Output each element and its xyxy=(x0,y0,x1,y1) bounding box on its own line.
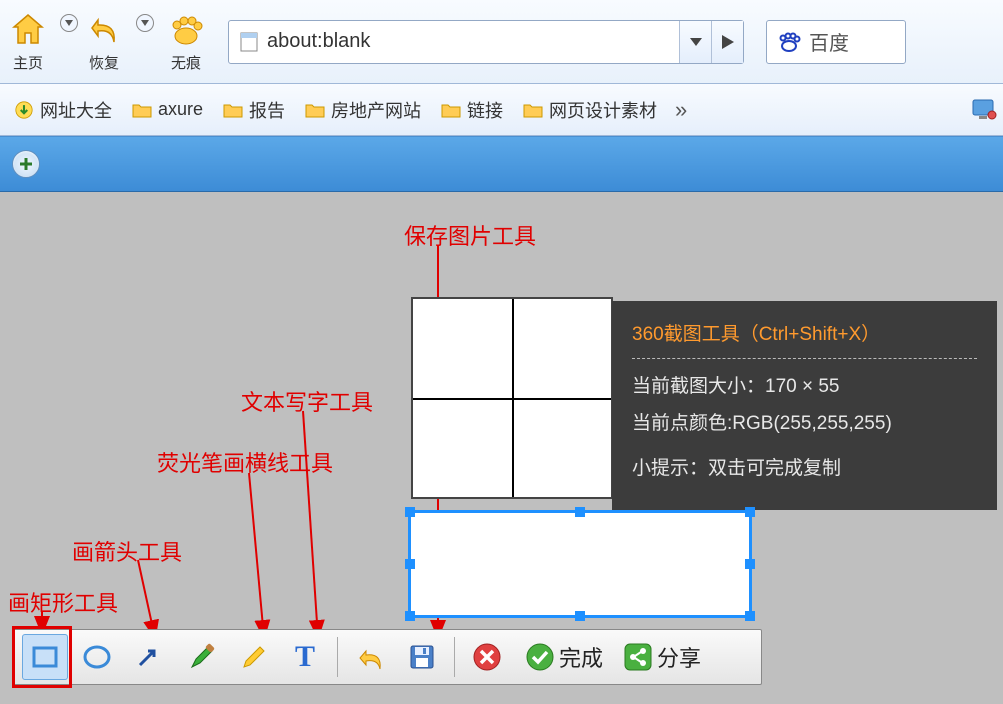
undo-icon xyxy=(354,643,386,671)
top-toolbar: 主页 恢复 无痕 about:blank 百度 xyxy=(0,0,1003,84)
rectangle-tool-button[interactable] xyxy=(22,634,68,680)
toolbar-separator xyxy=(337,637,338,677)
bookmark-label: 链接 xyxy=(467,97,503,123)
incognito-button[interactable]: 无痕 xyxy=(166,10,206,73)
undo-tool-button[interactable] xyxy=(347,634,393,680)
new-tab-button[interactable] xyxy=(12,150,40,178)
restore-button[interactable]: 恢复 xyxy=(84,10,124,73)
ellipse-icon xyxy=(82,643,112,671)
folder-icon xyxy=(441,101,461,119)
done-label: 完成 xyxy=(559,641,603,673)
address-bar[interactable]: about:blank xyxy=(229,21,679,63)
bookmark-label: axure xyxy=(158,99,203,120)
tooltip-title: 360截图工具（Ctrl+Shift+X） xyxy=(632,319,977,359)
home-dropdown[interactable] xyxy=(60,14,78,32)
arrow-icon xyxy=(134,643,164,671)
arrow-down-green-icon xyxy=(14,101,34,119)
bookmarks-bar: 网址大全 axure 报告 房地产网站 链接 网页设计素材 » xyxy=(0,84,1003,136)
screenshot-info-tooltip: 360截图工具（Ctrl+Shift+X） 当前截图大小：170 × 55 当前… xyxy=(612,301,997,510)
tooltip-color: 当前点颜色:RGB(255,255,255) xyxy=(632,408,977,435)
bookmark-item-links[interactable]: 链接 xyxy=(431,93,513,127)
home-icon xyxy=(8,10,48,50)
floppy-icon xyxy=(408,643,436,671)
arrow-tool-button[interactable] xyxy=(126,634,172,680)
tooltip-size: 当前截图大小：170 × 55 xyxy=(632,371,977,398)
magnifier-preview xyxy=(411,297,613,499)
ellipse-tool-button[interactable] xyxy=(74,634,120,680)
annotation-text: 文本写字工具 xyxy=(241,385,373,417)
share-icon xyxy=(623,642,653,672)
cancel-tool-button[interactable] xyxy=(464,634,510,680)
bookmark-label: 网页设计素材 xyxy=(549,97,657,123)
paw-icon xyxy=(166,10,206,50)
cancel-icon xyxy=(472,642,502,672)
monitor-icon[interactable] xyxy=(971,98,999,122)
annotation-highlight: 荧光笔画横线工具 xyxy=(157,446,333,478)
bookmark-item-realestate[interactable]: 房地产网站 xyxy=(295,93,431,127)
go-button[interactable] xyxy=(711,21,743,63)
svg-text:T: T xyxy=(295,642,315,672)
undo-icon xyxy=(84,10,124,50)
tab-strip xyxy=(0,136,1003,192)
folder-icon xyxy=(223,101,243,119)
restore-dropdown[interactable] xyxy=(136,14,154,32)
pencil-icon xyxy=(238,643,268,671)
bookmark-label: 网址大全 xyxy=(40,97,112,123)
bookmark-item-axure[interactable]: axure xyxy=(122,95,213,124)
bookmark-label: 报告 xyxy=(249,97,285,123)
plus-icon xyxy=(18,156,34,172)
folder-icon xyxy=(523,101,543,119)
search-engine-name: 百度 xyxy=(809,27,849,56)
address-bar-group: about:blank xyxy=(228,20,744,64)
selection-rectangle[interactable] xyxy=(408,510,752,618)
bookmark-overflow[interactable]: » xyxy=(675,97,687,123)
annotation-arrow: 画箭头工具 xyxy=(72,535,182,567)
text-tool-button[interactable]: T xyxy=(282,634,328,680)
rectangle-icon xyxy=(30,643,60,671)
screenshot-toolbar: T 完成 分享 xyxy=(12,629,762,685)
toolbar-separator xyxy=(454,637,455,677)
search-box[interactable]: 百度 xyxy=(766,20,906,64)
annotation-save: 保存图片工具 xyxy=(404,219,536,251)
tooltip-hint: 小提示：双击可完成复制 xyxy=(632,453,977,480)
brush-icon xyxy=(186,643,216,671)
share-label: 分享 xyxy=(657,641,701,673)
save-tool-button[interactable] xyxy=(399,634,445,680)
address-dropdown[interactable] xyxy=(679,21,711,63)
check-icon xyxy=(525,642,555,672)
paw-search-icon xyxy=(777,31,801,53)
content-area: 保存图片工具 文本写字工具 荧光笔画横线工具 画箭头工具 画矩形工具 360截图… xyxy=(0,192,1003,700)
highlighter-tool-button[interactable] xyxy=(230,634,276,680)
annotation-rect: 画矩形工具 xyxy=(8,586,118,618)
bookmark-item-report[interactable]: 报告 xyxy=(213,93,295,127)
home-button[interactable]: 主页 xyxy=(8,10,48,73)
bookmark-item-directory[interactable]: 网址大全 xyxy=(4,93,122,127)
share-button[interactable]: 分享 xyxy=(615,637,709,677)
folder-icon xyxy=(305,101,325,119)
page-icon xyxy=(239,31,259,53)
brush-tool-button[interactable] xyxy=(178,634,224,680)
address-url: about:blank xyxy=(267,30,370,53)
done-button[interactable]: 完成 xyxy=(517,637,611,677)
text-icon: T xyxy=(291,642,319,672)
bookmark-label: 房地产网站 xyxy=(331,97,421,123)
bookmark-item-design[interactable]: 网页设计素材 xyxy=(513,93,667,127)
folder-icon xyxy=(132,101,152,119)
